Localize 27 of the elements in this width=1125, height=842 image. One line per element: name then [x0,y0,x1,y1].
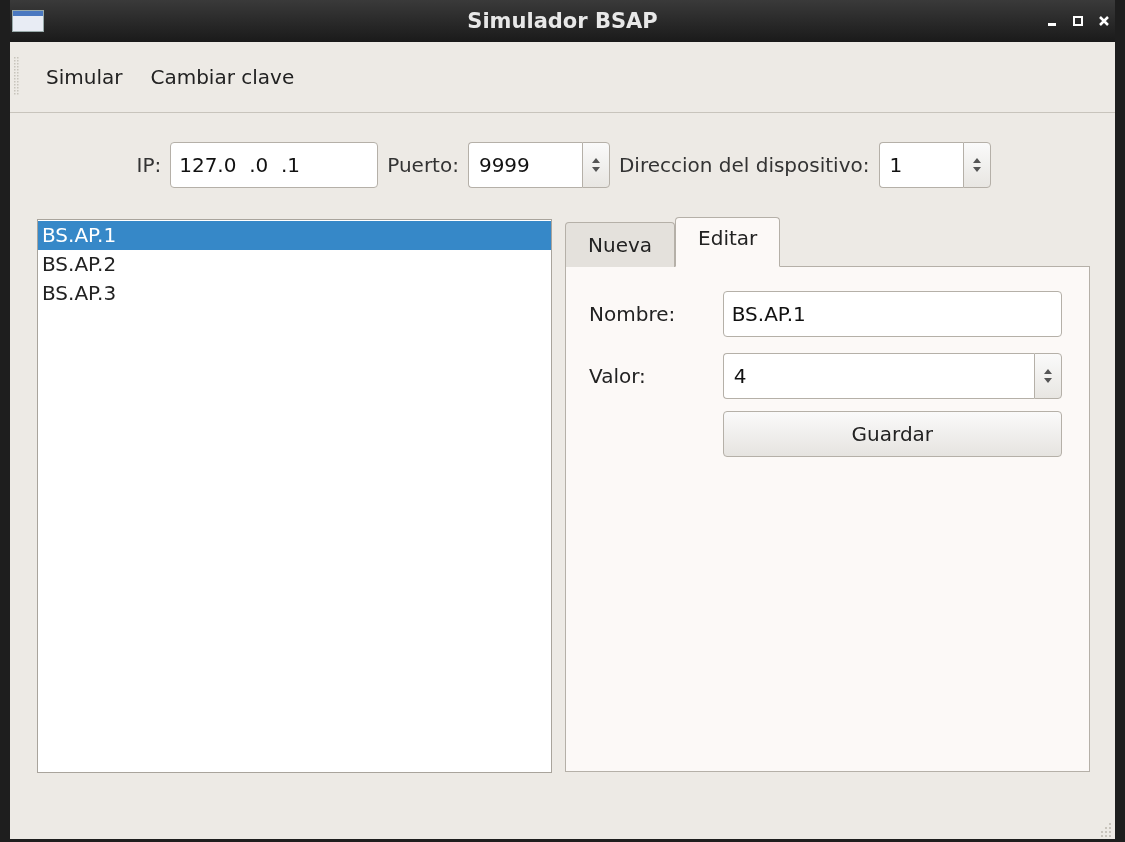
value-label: Valor: [589,364,647,388]
window-title: Simulador BSAP [467,9,658,33]
value-field[interactable]: 4 [722,353,1034,399]
window-icon [12,10,44,32]
tab[interactable]: Editar [675,217,781,267]
menu-item[interactable]: Cambiar clave [142,61,303,93]
save-button[interactable]: Guardar [722,411,1062,457]
list-item[interactable]: BS.AP.1 [38,221,551,250]
ip-label: IP: [136,153,162,177]
list-item[interactable]: BS.AP.3 [38,279,551,308]
name-label: Nombre: [589,302,677,326]
close-icon[interactable] [1099,16,1109,26]
maximize-icon[interactable] [1073,16,1083,26]
menu-item[interactable]: Simular [38,61,131,93]
device-address-label: Direccion del dispositivo: [618,153,870,177]
spin-button[interactable] [1034,353,1062,399]
port-field[interactable]: 9999 [467,142,582,188]
port-label: Puerto: [387,153,459,177]
device-address-field[interactable]: 1 [878,142,963,188]
name-field[interactable]: BS.AP.1 [722,291,1062,337]
ip-field[interactable]: 127.0 .0 .1 [170,142,379,188]
grip-icon [14,57,20,97]
spin-button[interactable] [962,142,991,188]
resize-grip-icon[interactable] [1098,823,1112,837]
spin-button[interactable] [581,142,610,188]
tab[interactable]: Nueva [565,222,676,267]
list-item[interactable]: BS.AP.2 [38,250,551,279]
